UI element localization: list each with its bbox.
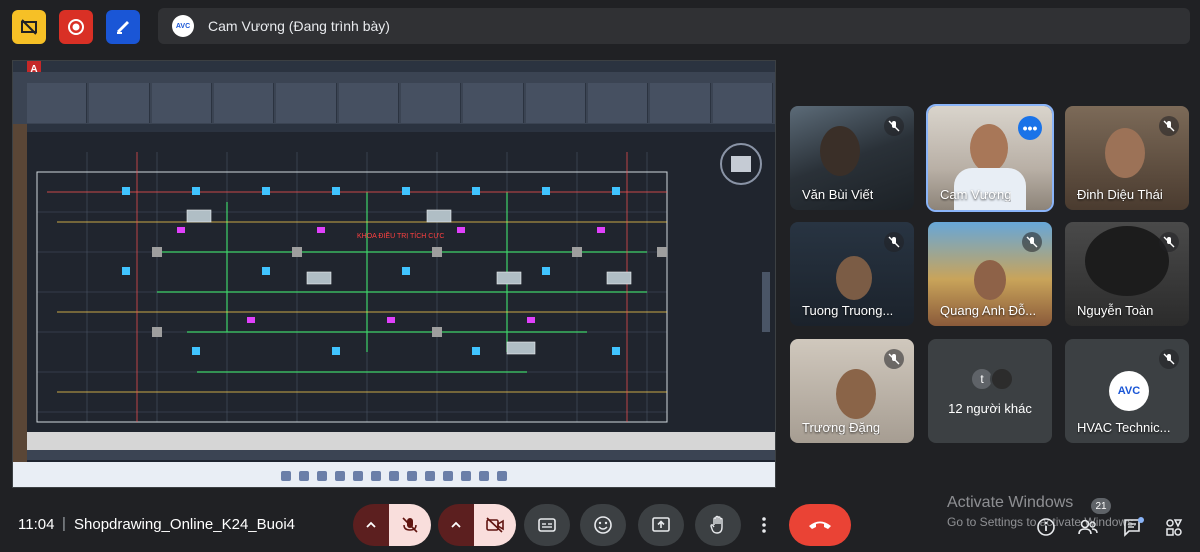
end-call-button[interactable]: [789, 504, 851, 546]
hand-icon: [710, 515, 723, 534]
meeting-title: Shopdrawing_Online_K24_Buoi4: [74, 516, 296, 533]
presenter-bar[interactable]: AVC Cam Vương (Đang trình bày): [158, 8, 1190, 44]
participant-name: HVAC Technic...: [1077, 420, 1171, 435]
meeting-time: 11:04: [18, 516, 55, 533]
activities-icon: [1166, 519, 1183, 536]
meet-window: AVC Cam Vương (Đang trình bày) A KHOA ĐI…: [0, 0, 1200, 552]
people-icon: [1078, 519, 1098, 535]
windows-taskbar: [13, 462, 775, 487]
participant-name: Đinh Diệu Thái: [1077, 187, 1163, 202]
participant-name: Trương Đặng: [802, 420, 881, 435]
others-count-label: 12 người khác: [948, 401, 1032, 416]
more-vert-icon: [762, 517, 766, 533]
mic-off-icon: [1022, 232, 1042, 252]
others-avatar-photo: [990, 367, 1014, 391]
others-tile[interactable]: t 12 người khác: [928, 339, 1052, 443]
participant-tile-nguyen-toan[interactable]: Nguyễn Toàn: [1065, 222, 1189, 326]
mic-off-icon: [1159, 349, 1179, 369]
phone-hangup-icon: [809, 521, 831, 529]
cad-drawing-area: KHOA ĐIỀU TRỊ TÍCH CỰC: [27, 132, 775, 432]
participant-tile-van-bui-viet[interactable]: Văn Bùi Viết: [790, 106, 914, 210]
hvac-logo: AVC: [1109, 371, 1149, 411]
shared-screen[interactable]: A KHOA ĐIỀU TRỊ TÍCH CỰC: [12, 60, 776, 488]
others-avatars: t: [970, 367, 1014, 391]
present-screen-button[interactable]: [638, 504, 684, 546]
file-tabs: [27, 124, 775, 132]
more-options-button[interactable]: [750, 504, 778, 546]
drawing-title-label: KHOA ĐIỀU TRỊ TÍCH CỰC: [357, 233, 445, 240]
activities-button[interactable]: [1162, 515, 1186, 539]
presenter-label: Cam Vương (Đang trình bày): [208, 18, 390, 34]
mic-off-icon: [884, 116, 904, 136]
participant-tile-tuong-truong[interactable]: Tuong Truong...: [790, 222, 914, 326]
participant-name: Văn Bùi Viết: [802, 187, 874, 202]
mic-off-icon: [1159, 116, 1179, 136]
mic-off-icon: [884, 232, 904, 252]
participant-name: Quang Anh Đỗ...: [940, 303, 1037, 318]
hvac-drawing: [36, 143, 770, 423]
present-icon: [652, 517, 670, 532]
people-button[interactable]: [1076, 515, 1100, 539]
participant-tile-cam-vuong[interactable]: ••• Cam Vương: [926, 104, 1054, 212]
info-icon: [1037, 518, 1055, 536]
people-count-badge: 21: [1091, 498, 1111, 514]
meeting-separator: |: [62, 515, 66, 532]
more-options-icon[interactable]: •••: [1018, 116, 1042, 140]
chat-notification-dot: [1138, 517, 1144, 523]
desktop-strip: [13, 72, 27, 482]
whiteboard-icon[interactable]: [106, 10, 140, 44]
ribbon-groups: [27, 83, 773, 123]
participant-tile-truong-dang[interactable]: Trương Đặng: [790, 339, 914, 443]
camera-toggle-button[interactable]: [474, 504, 516, 546]
participant-name: Cam Vương: [940, 187, 1012, 202]
chevron-up-icon: [451, 521, 461, 528]
captions-button[interactable]: [524, 504, 570, 546]
participant-name: Nguyễn Toàn: [1077, 303, 1154, 318]
mic-off-icon: [1159, 232, 1179, 252]
participant-name: Tuong Truong...: [802, 303, 894, 318]
command-line: [27, 432, 775, 450]
audio-options-button[interactable]: [353, 504, 389, 546]
video-options-button[interactable]: [438, 504, 474, 546]
microphone-toggle-button[interactable]: [389, 504, 431, 546]
camera-off-icon: [486, 517, 504, 533]
autocad-status-bar: [27, 450, 775, 460]
participant-tile-hvac-technic[interactable]: AVC HVAC Technic...: [1065, 339, 1189, 443]
meeting-details-button[interactable]: [1034, 515, 1058, 539]
mic-off-icon: [402, 517, 418, 533]
recording-icon[interactable]: [59, 10, 93, 44]
mic-off-icon: [884, 349, 904, 369]
autocad-title-bar: [13, 61, 775, 72]
reactions-button[interactable]: [580, 504, 626, 546]
activate-windows-title: Activate Windows: [947, 494, 1074, 511]
captions-icon: [538, 518, 556, 532]
emoji-icon: [594, 516, 612, 534]
screen-share-off-icon[interactable]: [12, 10, 46, 44]
chevron-up-icon: [366, 521, 376, 528]
presenter-avatar: AVC: [172, 15, 194, 37]
participant-tile-quang-anh-do[interactable]: Quang Anh Đỗ...: [928, 222, 1052, 326]
raise-hand-button[interactable]: [695, 504, 741, 546]
participant-tile-dinh-dieu-thai[interactable]: Đinh Diệu Thái: [1065, 106, 1189, 210]
